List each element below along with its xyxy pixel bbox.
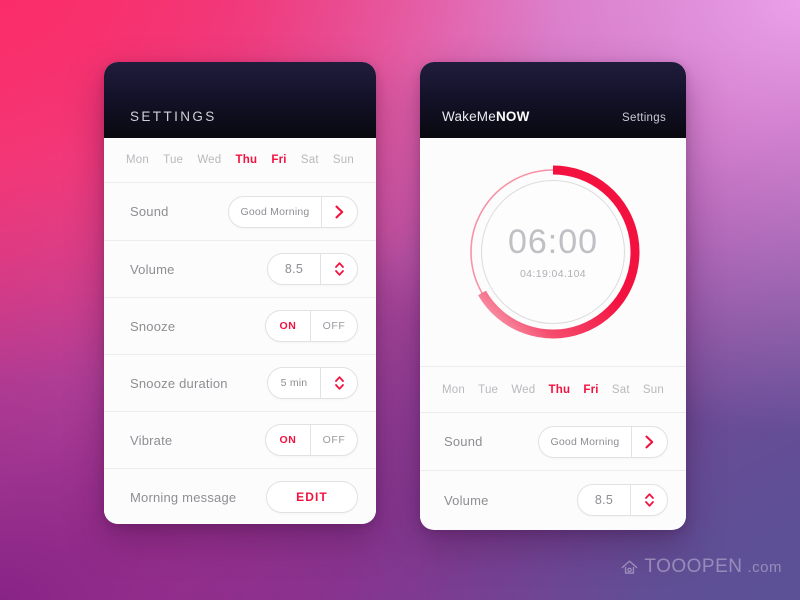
countdown-timer: 04:19:04.104: [519, 267, 587, 280]
day-selector[interactable]: Mon Tue Wed Thu Fri Sat Sun: [104, 138, 376, 183]
day-sat[interactable]: Sat: [612, 384, 630, 396]
row-sound: Sound Good Morning: [420, 413, 686, 471]
row-sound-label: Sound: [444, 434, 483, 449]
background-canvas: SETTINGS Mon Tue Wed Thu Fri Sat Sun Sou…: [0, 0, 800, 600]
day-mon[interactable]: Mon: [126, 154, 149, 166]
sound-next-button[interactable]: [632, 427, 667, 457]
row-vibrate-label: Vibrate: [130, 432, 173, 448]
day-sat[interactable]: Sat: [301, 154, 319, 166]
snooze-off-label: OFF: [322, 320, 346, 332]
day-mon[interactable]: Mon: [442, 384, 465, 396]
volume-stepper-buttons[interactable]: [631, 485, 667, 515]
clock-face: 06:00 04:19:04.104: [481, 180, 625, 324]
sound-next-button[interactable]: [322, 197, 357, 227]
app-logo: WakeMeNOW: [442, 109, 530, 124]
volume-value-segment[interactable]: 8.5: [268, 254, 320, 284]
day-fri[interactable]: Fri: [583, 384, 598, 396]
chevron-right-icon: [645, 435, 654, 448]
settings-link[interactable]: Settings: [622, 112, 666, 124]
row-morning-message: Morning message EDIT: [104, 469, 376, 524]
row-snooze-duration: Snooze duration 5 min: [104, 355, 376, 412]
row-snooze-duration-label: Snooze duration: [130, 375, 228, 391]
row-volume-label: Volume: [444, 492, 489, 508]
watermark-suffix: .com: [747, 558, 782, 576]
day-sun[interactable]: Sun: [333, 154, 354, 166]
row-volume: Volume 8.5: [420, 471, 686, 529]
edit-message-button[interactable]: EDIT: [266, 481, 358, 513]
row-sound: Sound Good Morning: [104, 183, 376, 241]
vibrate-off-label: OFF: [322, 434, 346, 446]
day-tue[interactable]: Tue: [163, 154, 183, 166]
vibrate-on-label: ON: [279, 434, 297, 446]
day-thu[interactable]: Thu: [236, 154, 258, 166]
sound-value-segment[interactable]: Good Morning: [229, 197, 321, 227]
settings-panel: SETTINGS Mon Tue Wed Thu Fri Sat Sun Sou…: [104, 62, 376, 524]
volume-stepper[interactable]: 8.5: [577, 484, 668, 516]
vibrate-toggle-on[interactable]: ON: [266, 425, 310, 455]
alarm-panel: WakeMeNOW Settings 06:00 04:19:04.104 Mo…: [420, 62, 686, 530]
sound-value: Good Morning: [550, 435, 620, 448]
edit-button-label: EDIT: [296, 490, 328, 504]
edit-button-segment[interactable]: EDIT: [267, 482, 357, 512]
brand-light: WakeMe: [442, 109, 496, 124]
settings-header: SETTINGS: [104, 62, 376, 138]
row-snooze-label: Snooze: [130, 318, 176, 334]
chevron-right-icon: [335, 205, 344, 218]
row-sound-label: Sound: [130, 204, 169, 219]
sound-value: Good Morning: [240, 205, 310, 218]
alarm-header: WakeMeNOW Settings: [420, 62, 686, 138]
volume-value-segment[interactable]: 8.5: [578, 485, 630, 515]
stepper-updown-icon: [644, 493, 654, 507]
day-wed[interactable]: Wed: [197, 154, 221, 166]
sound-value-segment[interactable]: Good Morning: [539, 427, 631, 457]
alarm-time: 06:00: [507, 222, 599, 261]
snooze-duration-stepper-buttons[interactable]: [321, 368, 357, 398]
sound-selector[interactable]: Good Morning: [228, 195, 358, 228]
day-sun[interactable]: Sun: [643, 384, 664, 396]
day-wed[interactable]: Wed: [511, 384, 535, 396]
sound-selector[interactable]: Good Morning: [538, 425, 668, 458]
day-tue[interactable]: Tue: [478, 384, 498, 396]
snooze-duration-value-segment[interactable]: 5 min: [268, 368, 320, 398]
day-thu[interactable]: Thu: [549, 384, 571, 396]
volume-value: 8.5: [594, 493, 614, 507]
snooze-toggle[interactable]: ON OFF: [265, 310, 358, 342]
stepper-updown-icon: [334, 262, 344, 276]
row-snooze: Snooze ON OFF: [104, 298, 376, 355]
day-fri[interactable]: Fri: [271, 154, 286, 166]
watermark: TOOOPEN .com: [620, 556, 782, 578]
snooze-duration-stepper[interactable]: 5 min: [267, 367, 358, 399]
snooze-toggle-on[interactable]: ON: [266, 311, 310, 341]
row-volume-label: Volume: [130, 261, 175, 277]
vibrate-toggle[interactable]: ON OFF: [265, 424, 358, 456]
home-cloud-icon: [622, 559, 638, 574]
volume-stepper-buttons[interactable]: [321, 254, 357, 284]
snooze-on-label: ON: [279, 320, 297, 332]
volume-value: 8.5: [284, 262, 304, 276]
snooze-toggle-off[interactable]: OFF: [311, 311, 357, 341]
snooze-duration-value: 5 min: [280, 377, 308, 389]
vibrate-toggle-off[interactable]: OFF: [311, 425, 357, 455]
row-volume: Volume 8.5: [104, 241, 376, 298]
page-title: SETTINGS: [130, 109, 217, 124]
row-morning-message-label: Morning message: [130, 489, 237, 505]
day-selector[interactable]: Mon Tue Wed Thu Fri Sat Sun: [420, 367, 686, 413]
alarm-clock-area: 06:00 04:19:04.104: [420, 138, 686, 367]
stepper-updown-icon: [334, 376, 344, 390]
watermark-text: TOOOPEN: [644, 556, 743, 577]
brand-bold: NOW: [495, 109, 530, 124]
volume-stepper[interactable]: 8.5: [267, 253, 358, 285]
clock-dial[interactable]: 06:00 04:19:04.104: [463, 162, 643, 342]
row-vibrate: Vibrate ON OFF: [104, 412, 376, 469]
